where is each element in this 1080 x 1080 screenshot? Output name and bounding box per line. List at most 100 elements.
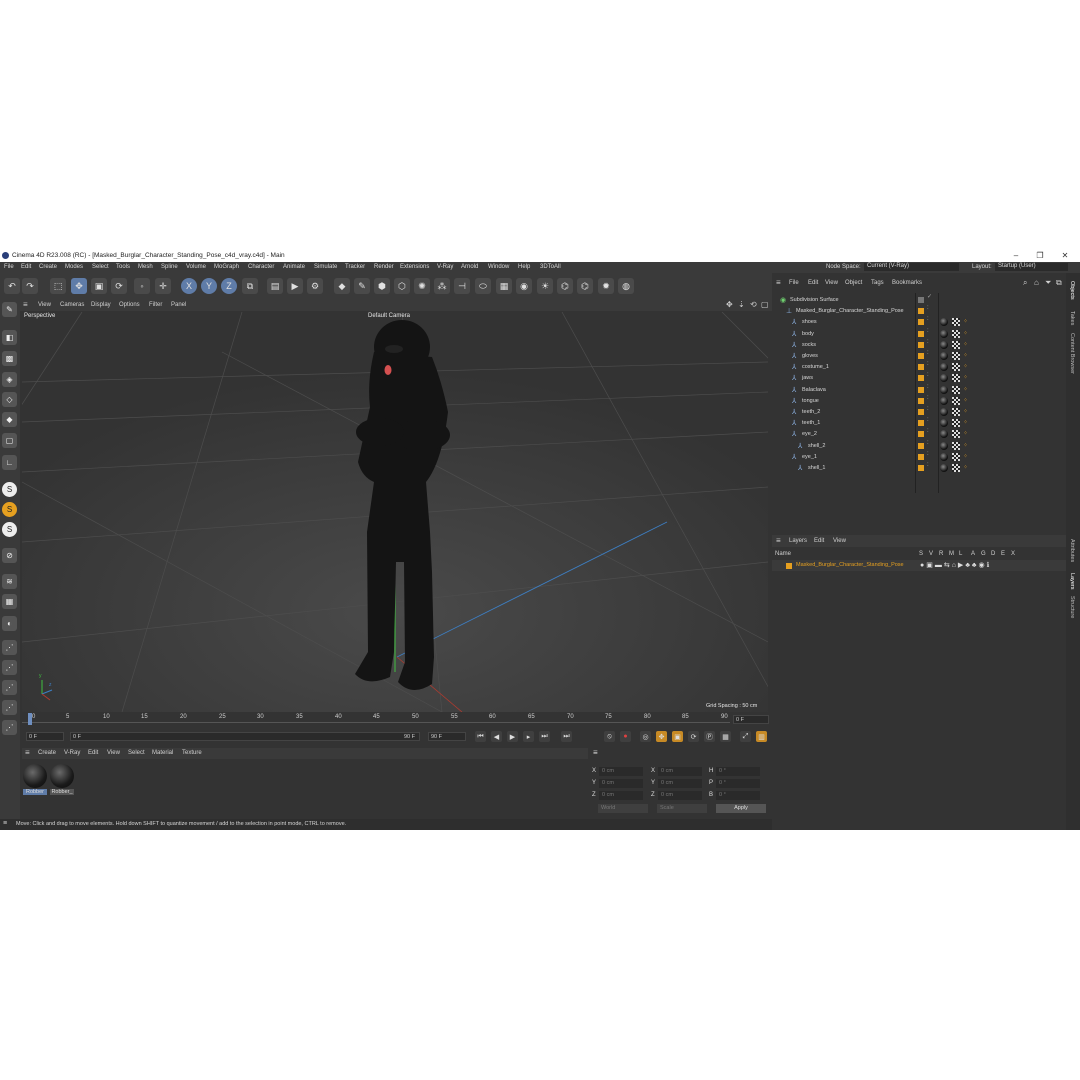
key-parameter-icon[interactable]: Ⓟ [704, 731, 715, 742]
vray-tag-icon[interactable]: ⁘ [963, 464, 968, 471]
deformer-icon[interactable]: ⊣ [454, 278, 470, 294]
object-layer-swatch[interactable] [918, 420, 924, 427]
object-row[interactable]: ⅄ Balaclava: ⁘ [772, 384, 1066, 396]
viewport-rotate-icon[interactable]: ⟲ [750, 300, 757, 309]
material-swatch[interactable]: Robber [23, 764, 47, 796]
mograph-cloner-icon[interactable]: ✺ [414, 278, 430, 294]
go-to-start-icon[interactable]: ⏮ [475, 731, 486, 742]
python-script-icon[interactable]: ⌬ [577, 278, 593, 294]
material-tag-icon[interactable] [940, 452, 948, 461]
object-name[interactable]: socks [802, 342, 816, 348]
object-home-icon[interactable]: ⌂ [1034, 278, 1039, 287]
object-row[interactable]: ⅄ eye_1: ⁘ [772, 451, 1066, 463]
material-tag-icon[interactable] [940, 430, 948, 439]
viewport-menu-view[interactable]: View [38, 302, 51, 308]
object-name[interactable]: Masked_Burglar_Character_Standing_Pose [796, 308, 904, 314]
position-z-field[interactable]: 0 cm [599, 791, 643, 800]
visibility-toggle-icon[interactable]: ✓ [927, 294, 932, 300]
object-row[interactable]: ⅄ body: ⁘ [772, 328, 1066, 340]
tab-structure[interactable]: Structure [1069, 596, 1075, 618]
menu-arnold[interactable]: Arnold [461, 264, 478, 270]
viewport-menu-display[interactable]: Display [91, 302, 111, 308]
material-menu-vray[interactable]: V-Ray [64, 750, 80, 756]
lock-workplane-icon[interactable]: ⊘ [2, 548, 17, 563]
object-menu-edit[interactable]: Edit [808, 280, 818, 286]
apply-button[interactable]: Apply [716, 804, 766, 813]
polygons-mode-icon[interactable]: ◆ [2, 412, 17, 427]
size-z-field[interactable]: 0 cm [658, 791, 702, 800]
auto-key-icon[interactable]: ● [620, 731, 631, 742]
recent-tool-icon[interactable]: ◦ [134, 278, 150, 294]
visibility-toggle-icon[interactable]: : [927, 372, 929, 378]
layer-color-swatch[interactable] [786, 563, 792, 569]
key-position-icon[interactable]: ✥ [656, 731, 667, 742]
object-row[interactable]: ⅄ gloves: ⁘ [772, 350, 1066, 362]
mograph-icon[interactable]: ⁂ [434, 278, 450, 294]
keyframe-selection-icon[interactable]: ◎ [640, 731, 651, 742]
minimize-button[interactable]: – [1006, 250, 1026, 261]
viewport-menu-options[interactable]: Options [119, 302, 140, 308]
texture-tag-icon[interactable] [952, 452, 960, 461]
viewport-move-icon[interactable]: ✥ [726, 300, 733, 309]
floor-icon[interactable]: ▦ [496, 278, 512, 294]
object-row[interactable]: ⅄ shoes: ⁘ [772, 316, 1066, 328]
grab-icon[interactable]: ⋰ [2, 700, 17, 715]
paint-icon[interactable]: ◐ [2, 616, 17, 631]
make-editable-icon[interactable]: ✎ [2, 302, 17, 317]
object-row[interactable]: ⅄ costume_1: ⁘ [772, 361, 1066, 373]
texture-tag-icon[interactable] [952, 340, 960, 349]
material-menu-texture[interactable]: Texture [182, 750, 202, 756]
material-tag-icon[interactable] [940, 396, 948, 405]
size-mode-dropdown[interactable]: Scale [657, 804, 707, 813]
redo-icon[interactable]: ↷ [22, 278, 38, 294]
texture-tag-icon[interactable] [952, 419, 960, 428]
texture-tag-icon[interactable] [952, 464, 960, 472]
object-layer-swatch[interactable] [918, 431, 924, 438]
field-icon[interactable]: ⬭ [475, 278, 491, 294]
vray-tag-icon[interactable]: ⁘ [963, 430, 968, 437]
model-mode-icon[interactable]: ◧ [2, 330, 17, 345]
texture-tag-icon[interactable] [952, 363, 960, 372]
3d-viewport[interactable]: Perspective Default Camera Grid Spacing … [22, 312, 768, 712]
texture-tag-icon[interactable] [952, 318, 960, 327]
material-tag-icon[interactable] [940, 340, 948, 349]
render-view-icon[interactable]: ▤ [267, 278, 283, 294]
texture-tag-icon[interactable] [952, 385, 960, 394]
material-tag-icon[interactable] [940, 464, 948, 472]
texture-tag-icon[interactable] [952, 396, 960, 405]
object-row[interactable]: ⅄ teeth_1: ⁘ [772, 417, 1066, 429]
end-frame-field[interactable]: 90 F [428, 732, 466, 741]
key-rotation-icon[interactable]: ⟳ [688, 731, 699, 742]
object-row[interactable]: ⅄ eye_2: ⁘ [772, 428, 1066, 440]
material-tag-icon[interactable] [940, 419, 948, 428]
subdivision-icon[interactable]: ⬢ [374, 278, 390, 294]
visibility-toggle-icon[interactable]: : [927, 417, 929, 423]
current-frame-field[interactable]: 0 F [733, 715, 769, 724]
viewport-camera-name[interactable]: Default Camera [368, 313, 410, 319]
close-button[interactable]: ✕ [1055, 250, 1075, 261]
layer-row[interactable]: Masked_Burglar_Character_Standing_Pose ●… [772, 560, 1066, 571]
scale-tool-icon[interactable]: ▣ [91, 278, 107, 294]
next-key-icon[interactable]: ▸ [523, 731, 534, 742]
tab-content-browser[interactable]: Content Browser [1069, 333, 1075, 374]
texture-tag-icon[interactable] [952, 430, 960, 439]
object-layer-swatch[interactable] [918, 465, 924, 471]
coordinate-system-dropdown[interactable]: World [598, 804, 648, 813]
menu-window[interactable]: Window [488, 264, 509, 270]
material-tag-icon[interactable] [940, 329, 948, 338]
material-menu-view[interactable]: View [107, 750, 120, 756]
material-hamburger-icon[interactable]: ≡ [25, 748, 30, 757]
rotation-b-field[interactable]: 0 ° [716, 791, 760, 800]
material-tag-icon[interactable] [940, 408, 948, 416]
object-name[interactable]: tongue [802, 398, 819, 404]
start-frame-field[interactable]: 0 F [26, 732, 64, 741]
render-settings-icon[interactable]: ⚙ [307, 278, 323, 294]
object-menu-view[interactable]: View [825, 280, 838, 286]
rotation-h-field[interactable]: 0 ° [716, 767, 760, 776]
viewport-zoom-icon[interactable]: ⇣ [738, 300, 745, 309]
visibility-toggle-icon[interactable]: : [927, 339, 929, 345]
play-icon[interactable]: ▶ [507, 731, 518, 742]
menu-tracker[interactable]: Tracker [345, 264, 365, 270]
material-tag-icon[interactable] [940, 374, 948, 383]
tab-layers[interactable]: Layers [1069, 573, 1075, 590]
